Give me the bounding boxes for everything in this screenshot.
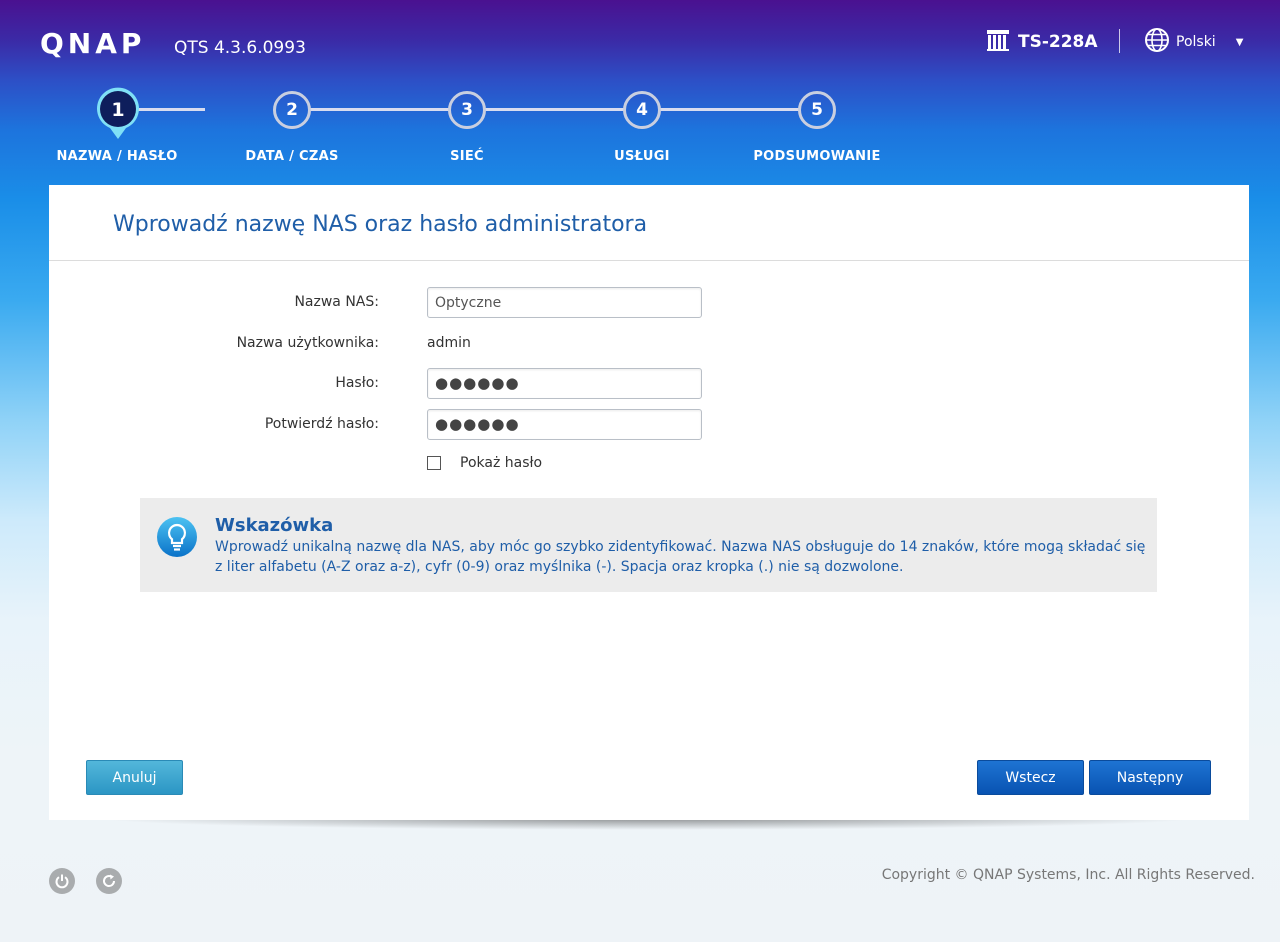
step-1-label: NAZWA / HASŁO bbox=[56, 149, 178, 164]
step-2-label: DATA / CZAS bbox=[245, 149, 339, 164]
step-5-label: PODSUMOWANIE bbox=[753, 149, 881, 164]
wizard-panel: Wprowadź nazwę NAS oraz hasło administra… bbox=[49, 185, 1249, 820]
restart-icon[interactable] bbox=[96, 868, 122, 894]
tip-title: Wskazówka bbox=[215, 515, 334, 536]
confirm-password-input[interactable]: ●●●●●● bbox=[427, 409, 702, 440]
model-name: TS-228A bbox=[1018, 32, 1098, 52]
show-password-label[interactable]: Pokaż hasło bbox=[460, 455, 542, 471]
language-label: Polski bbox=[1176, 34, 1216, 50]
step-connector bbox=[660, 108, 800, 111]
globe-icon bbox=[1144, 27, 1170, 57]
tip-box: Wskazówka Wprowadź unikalną nazwę dla NA… bbox=[140, 498, 1157, 592]
next-button[interactable]: Następny bbox=[1089, 760, 1211, 795]
step-number: 1 bbox=[111, 99, 124, 121]
copyright-text: Copyright © QNAP Systems, Inc. All Right… bbox=[881, 867, 1255, 883]
power-icon[interactable] bbox=[49, 868, 75, 894]
step-4-label: USŁUGI bbox=[614, 149, 670, 164]
nas-name-label: Nazwa NAS: bbox=[294, 294, 379, 310]
back-button[interactable]: Wstecz bbox=[977, 760, 1084, 795]
chevron-down-icon: ▼ bbox=[1235, 36, 1244, 48]
nas-name-input[interactable] bbox=[427, 287, 702, 318]
step-connector bbox=[310, 108, 450, 111]
step-3-label: SIEĆ bbox=[450, 149, 484, 164]
qts-version: QTS 4.3.6.0993 bbox=[174, 38, 306, 58]
step-2-circle: 2 bbox=[273, 91, 311, 129]
password-input[interactable]: ●●●●●● bbox=[427, 368, 702, 399]
cancel-button[interactable]: Anuluj bbox=[86, 760, 183, 795]
username-value: admin bbox=[427, 335, 471, 351]
username-label: Nazwa użytkownika: bbox=[236, 335, 379, 351]
page-title: Wprowadź nazwę NAS oraz hasło administra… bbox=[113, 212, 648, 237]
confirm-password-dots: ●●●●●● bbox=[435, 415, 520, 433]
step-connector bbox=[485, 108, 625, 111]
step-4-circle: 4 bbox=[623, 91, 661, 129]
lightbulb-icon bbox=[156, 516, 198, 558]
step-connector bbox=[137, 108, 205, 111]
password-dots: ●●●●●● bbox=[435, 374, 520, 392]
password-label: Hasło: bbox=[335, 375, 379, 391]
header-divider bbox=[1119, 29, 1120, 53]
step-1-marker: 1 bbox=[95, 87, 141, 141]
step-5-circle: 5 bbox=[798, 91, 836, 129]
qnap-logo: QNAP bbox=[40, 27, 146, 60]
device-model: TS-228A bbox=[986, 29, 1098, 56]
step-3-circle: 3 bbox=[448, 91, 486, 129]
language-selector[interactable]: Polski ▼ bbox=[1144, 27, 1244, 57]
show-password-checkbox[interactable] bbox=[427, 456, 441, 470]
tip-text: Wprowadź unikalną nazwę dla NAS, aby móc… bbox=[215, 539, 1146, 575]
title-divider bbox=[49, 260, 1249, 261]
nas-device-icon bbox=[986, 29, 1010, 56]
confirm-password-label: Potwierdź hasło: bbox=[264, 416, 379, 432]
